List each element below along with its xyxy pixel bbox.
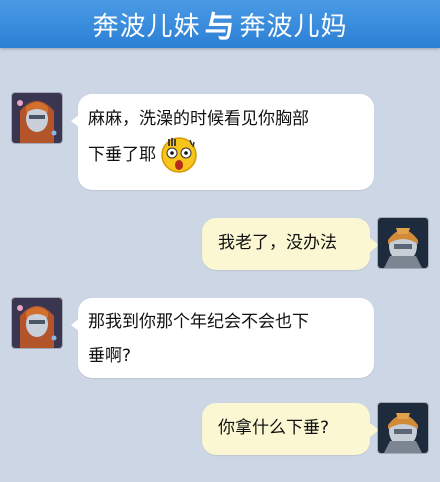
header-title-right: 奔波儿妈: [239, 11, 348, 42]
header-separator: 与: [204, 10, 236, 45]
message-text-line: 麻麻，洗澡的时候看见你胸部: [88, 109, 309, 129]
shocked-face-emoji-icon: [160, 136, 198, 174]
message-text: 我老了，没办法: [218, 233, 337, 253]
message-text-line: 垂啊?: [88, 346, 132, 366]
message-text: 你拿什么下垂?: [218, 418, 330, 438]
avatar-daughter[interactable]: [12, 298, 62, 348]
message-text-line: 那我到你那个年纪会不会也下: [88, 312, 309, 332]
message-bubble-4[interactable]: 你拿什么下垂?: [202, 403, 370, 455]
message-bubble-2[interactable]: 我老了，没办法: [202, 218, 370, 270]
message-bubble-1[interactable]: 麻麻，洗澡的时候看见你胸部 下垂了耶: [78, 94, 374, 190]
chat-header: 奔波儿妹 与 奔波儿妈: [0, 0, 440, 48]
message-text-line: 下垂了耶: [88, 145, 156, 165]
avatar-daughter[interactable]: [12, 93, 62, 143]
avatar-mother[interactable]: [378, 403, 428, 453]
avatar-mother[interactable]: [378, 218, 428, 268]
message-bubble-3[interactable]: 那我到你那个年纪会不会也下 垂啊?: [78, 298, 374, 378]
header-title-left: 奔波儿妹: [92, 11, 201, 42]
